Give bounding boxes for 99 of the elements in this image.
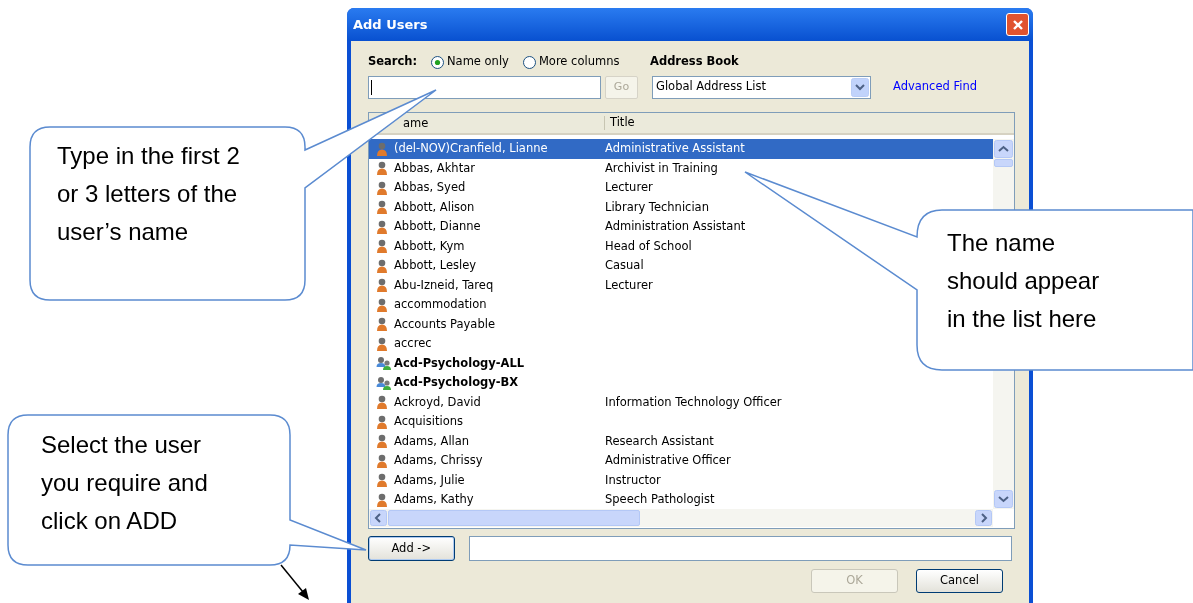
selected-users-field[interactable] <box>468 536 1012 561</box>
name-text: Acd-Psychology-BX <box>394 374 519 392</box>
list-row[interactable]: (del-NOV)Cranfield, Lianne Administrative Assistant <box>369 139 993 159</box>
person-icon <box>376 434 388 449</box>
name-text: accommodation <box>394 296 487 314</box>
list-row[interactable]: Abbas, Syed Lecturer <box>369 178 653 198</box>
group-icon <box>376 356 392 371</box>
name-text: Abbott, Lesley <box>394 257 477 275</box>
title-text: Library Technician <box>605 198 709 216</box>
name-text: Abbas, Akhtar <box>394 159 475 177</box>
list-row[interactable]: Abbott, Kym Head of School <box>369 236 692 256</box>
list-row[interactable]: Adams, Chrissy Administrative Officer <box>369 451 731 471</box>
list-row[interactable]: accommodation <box>369 295 605 315</box>
person-icon <box>376 180 388 195</box>
search-label: Search: <box>368 53 419 71</box>
list-row[interactable]: Adams, Allan Research Assistant <box>369 431 714 451</box>
person-icon <box>376 219 388 234</box>
scroll-right-icon[interactable] <box>975 510 992 526</box>
list-row[interactable]: Abbas, Akhtar Archivist in Training <box>369 158 718 178</box>
list-row[interactable]: Abbott, Dianne Administration Assistant <box>369 217 746 237</box>
name-text: (del-NOV)Cranfield, Lianne <box>394 140 548 158</box>
title-text: Information Technology Officer <box>605 393 782 411</box>
title-text: Archivist in Training <box>605 159 718 177</box>
name-text: Abbott, Kym <box>394 237 465 255</box>
list-row[interactable]: Acquisitions <box>369 412 605 432</box>
scroll-down-icon[interactable] <box>994 490 1013 508</box>
title-text: Instructor <box>605 471 661 489</box>
search-field[interactable] <box>368 75 601 99</box>
close-button[interactable] <box>1006 13 1029 36</box>
title-text: Head of School <box>605 237 692 255</box>
name-text: accrec <box>394 335 432 353</box>
callout-text: Type in the first 2 or 3 letters of the user’s name <box>57 141 241 247</box>
person-icon <box>376 161 388 176</box>
title-text: Administration Assistant <box>605 218 746 236</box>
person-icon <box>376 239 388 254</box>
address-book-label: Address Book <box>650 53 739 71</box>
title-text: Administrative Officer <box>605 452 731 470</box>
cancel-button[interactable]: Cancel <box>916 569 1003 593</box>
person-icon <box>376 473 388 488</box>
window-title: Add Users <box>353 15 428 34</box>
list-row[interactable]: Acd-Psychology-BX <box>369 373 605 393</box>
list-row[interactable]: Abbott, Alison Library Technician <box>369 197 709 217</box>
person-icon <box>376 258 388 273</box>
callout-text: The name should appear in the list here <box>947 228 1101 334</box>
person-icon <box>376 336 388 351</box>
radio-button[interactable] <box>431 55 444 69</box>
name-text: Abu-Izneid, Tareq <box>394 276 494 294</box>
radio-label[interactable]: Name only <box>447 53 509 71</box>
advanced-find-link[interactable]: Advanced Find <box>893 78 978 96</box>
person-icon <box>376 297 388 312</box>
scroll-thumb[interactable] <box>994 159 1013 167</box>
address-book-dropdown[interactable]: Global Address List <box>652 75 871 99</box>
list-row[interactable]: Acd-Psychology-ALL <box>369 353 605 373</box>
name-text: Adams, Kathy <box>394 491 474 509</box>
title-text: Speech Pathologist <box>605 491 715 509</box>
name-text: Adams, Chrissy <box>394 452 483 470</box>
scroll-left-icon[interactable] <box>370 510 387 526</box>
list-row[interactable]: Abbott, Lesley Casual <box>369 256 644 276</box>
name-text: Acd-Psychology-ALL <box>394 354 525 372</box>
title-text: Administrative Assistant <box>605 140 745 158</box>
name-text: Abbott, Dianne <box>394 218 481 236</box>
name-text: Ackroyd, David <box>394 393 481 411</box>
text-cursor <box>371 79 372 95</box>
close-icon <box>1011 18 1024 31</box>
list-row[interactable]: Adams, Julie Instructor <box>369 470 661 490</box>
person-icon <box>376 278 388 293</box>
list-row[interactable]: Abu-Izneid, Tareq Lecturer <box>369 275 653 295</box>
name-text: Adams, Julie <box>394 471 465 489</box>
person-icon <box>376 200 388 215</box>
group-icon <box>376 375 392 390</box>
person-icon <box>376 317 388 332</box>
title-text: Casual <box>605 257 644 275</box>
name-text: Accounts Payable <box>394 315 495 333</box>
title-text: Lecturer <box>605 179 653 197</box>
list-row[interactable]: Adams, Kathy Speech Pathologist <box>369 490 715 510</box>
person-icon <box>376 141 388 156</box>
pointer-arrow <box>280 564 309 600</box>
title-text: Research Assistant <box>605 432 714 450</box>
radio-button[interactable] <box>522 55 536 69</box>
column-header[interactable]: Title <box>605 114 635 132</box>
name-text: Abbas, Syed <box>394 179 466 197</box>
person-icon <box>376 492 388 507</box>
scroll-up-icon[interactable] <box>994 140 1013 158</box>
name-text: Acquisitions <box>394 413 463 431</box>
scroll-thumb[interactable] <box>388 510 640 526</box>
add-button[interactable]: Add -> <box>368 536 455 561</box>
name-text: Adams, Allan <box>394 432 470 450</box>
column-header[interactable]: ame <box>403 116 429 130</box>
radio-label[interactable]: More columns <box>538 53 620 71</box>
horizontal-scrollbar[interactable] <box>369 509 993 527</box>
person-icon <box>376 453 388 468</box>
list-row[interactable]: Ackroyd, David Information Technology Officer <box>369 392 782 412</box>
list-row[interactable]: Accounts Payable <box>369 314 605 334</box>
list-row[interactable]: accrec <box>369 334 605 354</box>
name-text: Abbott, Alison <box>394 198 475 216</box>
callout-text: Select the user you require and click on ADD <box>41 430 209 536</box>
person-icon <box>376 395 388 410</box>
title-text: Lecturer <box>605 276 653 294</box>
person-icon <box>376 414 388 429</box>
